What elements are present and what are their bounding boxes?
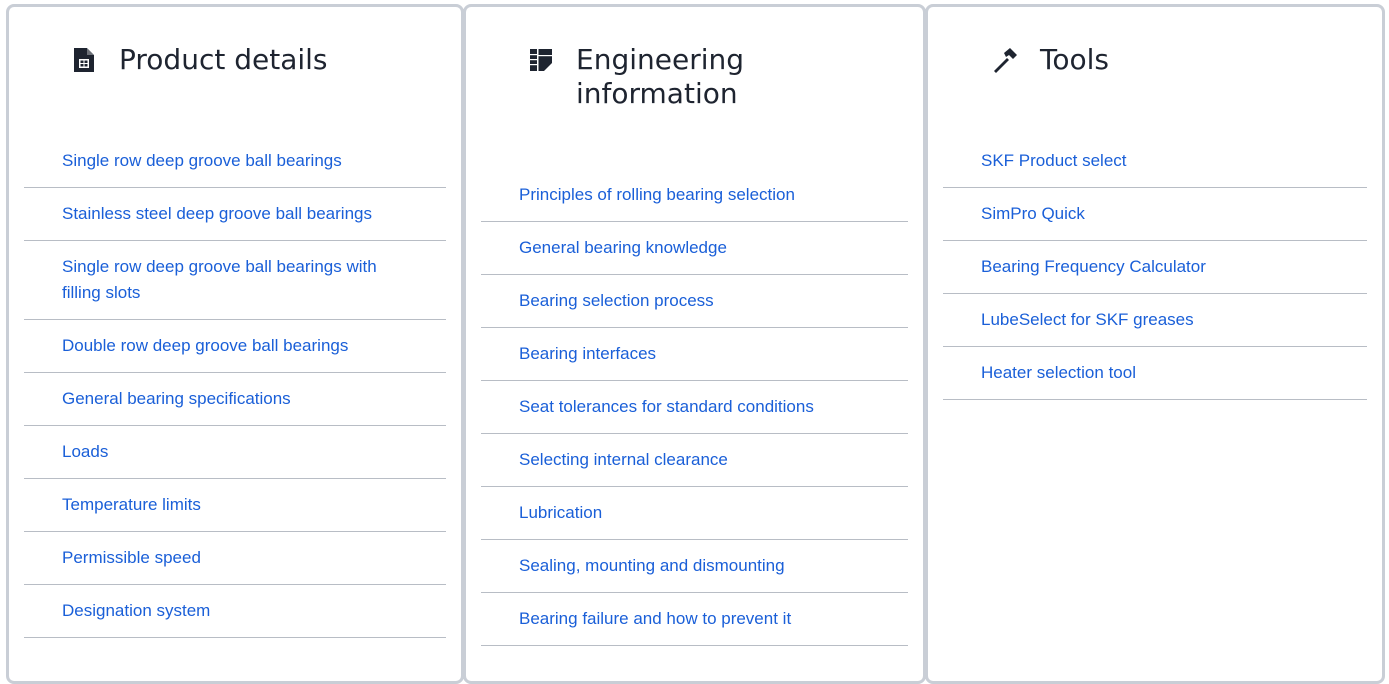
link-columns: Product details Single row deep groove b… [0,0,1389,684]
engineering-information-heading: Engineering information [528,43,828,111]
link-item[interactable]: Selecting internal clearance [481,434,908,487]
link-item[interactable]: Permissible speed [24,532,446,585]
link[interactable]: Bearing Frequency Calculator [981,257,1206,276]
link[interactable]: Lubrication [519,503,602,522]
link[interactable]: General bearing knowledge [519,238,727,257]
engineering-information-list: Principles of rolling bearing selection … [481,169,908,646]
document-icon [71,43,97,77]
link[interactable]: SimPro Quick [981,204,1085,223]
link[interactable]: Loads [62,442,108,461]
link[interactable]: Designation system [62,601,210,620]
link-item[interactable]: Single row deep groove ball bearings wit… [24,241,446,320]
link-item[interactable]: Temperature limits [24,479,446,532]
link[interactable]: Seat tolerances for standard conditions [519,397,814,416]
engineering-information-column: Engineering information Principles of ro… [463,4,926,684]
engineering-information-title: Engineering information [576,43,744,110]
link[interactable]: LubeSelect for SKF greases [981,310,1194,329]
link[interactable]: Principles of rolling bearing selection [519,185,795,204]
link-item[interactable]: Bearing Frequency Calculator [943,241,1367,294]
product-details-column: Product details Single row deep groove b… [6,4,464,684]
hammer-icon [992,43,1018,77]
blueprint-icon [528,43,554,77]
link-item[interactable]: Single row deep groove ball bearings [24,135,446,188]
link-item[interactable]: Double row deep groove ball bearings [24,320,446,373]
product-details-heading: Product details [71,43,328,77]
link[interactable]: Bearing interfaces [519,344,656,363]
link-item[interactable]: Loads [24,426,446,479]
link-item[interactable]: Heater selection tool [943,347,1367,400]
link[interactable]: General bearing specifications [62,389,291,408]
link[interactable]: Bearing failure and how to prevent it [519,609,791,628]
link[interactable]: Stainless steel deep groove ball bearing… [62,204,372,223]
link[interactable]: Double row deep groove ball bearings [62,336,348,355]
tools-title: Tools [1040,43,1109,76]
link[interactable]: Temperature limits [62,495,201,514]
link[interactable]: Single row deep groove ball bearings [62,151,342,170]
product-details-list: Single row deep groove ball bearings Sta… [24,135,446,638]
link[interactable]: SKF Product select [981,151,1127,170]
tools-list: SKF Product select SimPro Quick Bearing … [943,135,1367,400]
link[interactable]: Bearing selection process [519,291,714,310]
link[interactable]: Heater selection tool [981,363,1136,382]
link-item[interactable]: SKF Product select [943,135,1367,188]
product-details-title: Product details [119,43,328,76]
link-item[interactable]: Bearing interfaces [481,328,908,381]
link-item[interactable]: Principles of rolling bearing selection [481,169,908,222]
link[interactable]: Single row deep groove ball bearings wit… [62,257,377,302]
link-item[interactable]: Lubrication [481,487,908,540]
link-item[interactable]: General bearing specifications [24,373,446,426]
link-item[interactable]: LubeSelect for SKF greases [943,294,1367,347]
link-item[interactable]: Seat tolerances for standard conditions [481,381,908,434]
link[interactable]: Selecting internal clearance [519,450,728,469]
tools-column: Tools SKF Product select SimPro Quick Be… [925,4,1385,684]
link-item[interactable]: Stainless steel deep groove ball bearing… [24,188,446,241]
link-item[interactable]: Bearing failure and how to prevent it [481,593,908,646]
tools-heading: Tools [992,43,1109,77]
link[interactable]: Permissible speed [62,548,201,567]
link-item[interactable]: Bearing selection process [481,275,908,328]
link-item[interactable]: Designation system [24,585,446,638]
link[interactable]: Sealing, mounting and dismounting [519,556,785,575]
link-item[interactable]: General bearing knowledge [481,222,908,275]
link-item[interactable]: SimPro Quick [943,188,1367,241]
link-item[interactable]: Sealing, mounting and dismounting [481,540,908,593]
